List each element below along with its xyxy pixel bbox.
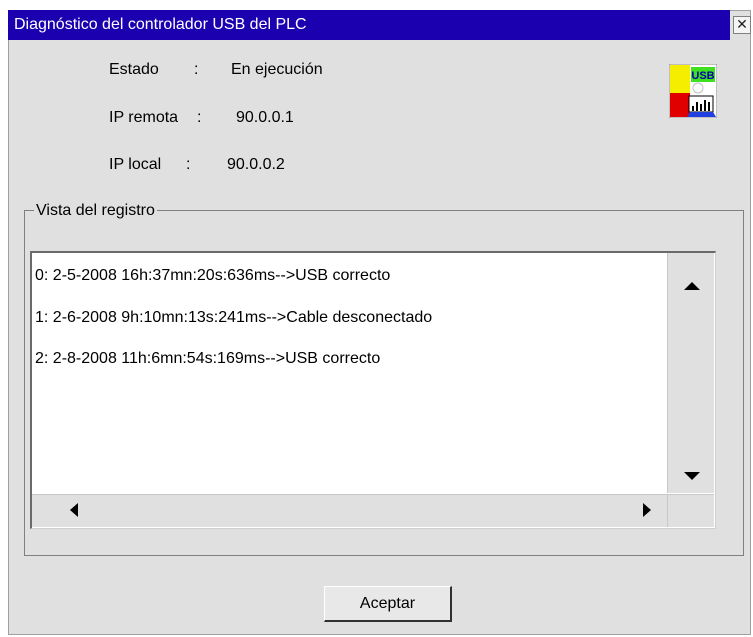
estado-value: En ejecución xyxy=(231,61,323,78)
scroll-left-arrow-icon[interactable] xyxy=(70,503,78,517)
usb-plc-icon: USB xyxy=(669,64,717,118)
local-ip-separator: : xyxy=(186,156,191,173)
window-title: Diagnóstico del controlador USB del PLC xyxy=(14,16,307,33)
remote-ip-value: 90.0.0.1 xyxy=(236,109,294,126)
log-entry[interactable]: 2: 2-8-2008 11h:6mn:54s:169ms-->USB corr… xyxy=(35,350,380,368)
log-list[interactable]: 0: 2-5-2008 16h:37mn:20s:636ms-->USB cor… xyxy=(30,251,716,529)
estado-separator: : xyxy=(194,61,199,78)
title-bar: Diagnóstico del controlador USB del PLC xyxy=(8,10,730,40)
local-ip-label: IP local xyxy=(109,156,162,173)
scroll-up-arrow-icon[interactable] xyxy=(684,282,700,290)
close-icon: ✕ xyxy=(736,16,748,32)
local-ip-value: 90.0.0.2 xyxy=(227,156,285,173)
log-group-label: Vista del registro xyxy=(34,202,157,220)
remote-ip-separator: : xyxy=(197,109,202,126)
vertical-scrollbar[interactable] xyxy=(667,253,714,493)
horizontal-scrollbar[interactable] xyxy=(32,494,667,527)
scroll-right-arrow-icon[interactable] xyxy=(643,503,651,517)
close-button[interactable]: ✕ xyxy=(733,16,751,34)
scrollbar-corner xyxy=(667,494,714,527)
usb-badge-text: USB xyxy=(691,70,714,82)
accept-button[interactable]: Aceptar xyxy=(324,586,452,622)
remote-ip-label: IP remota xyxy=(109,109,179,126)
log-entry[interactable]: 0: 2-5-2008 16h:37mn:20s:636ms-->USB cor… xyxy=(35,267,390,285)
log-entry[interactable]: 1: 2-6-2008 9h:10mn:13s:241ms-->Cable de… xyxy=(35,309,432,327)
estado-label: Estado xyxy=(109,61,159,78)
scroll-down-arrow-icon[interactable] xyxy=(684,472,700,480)
